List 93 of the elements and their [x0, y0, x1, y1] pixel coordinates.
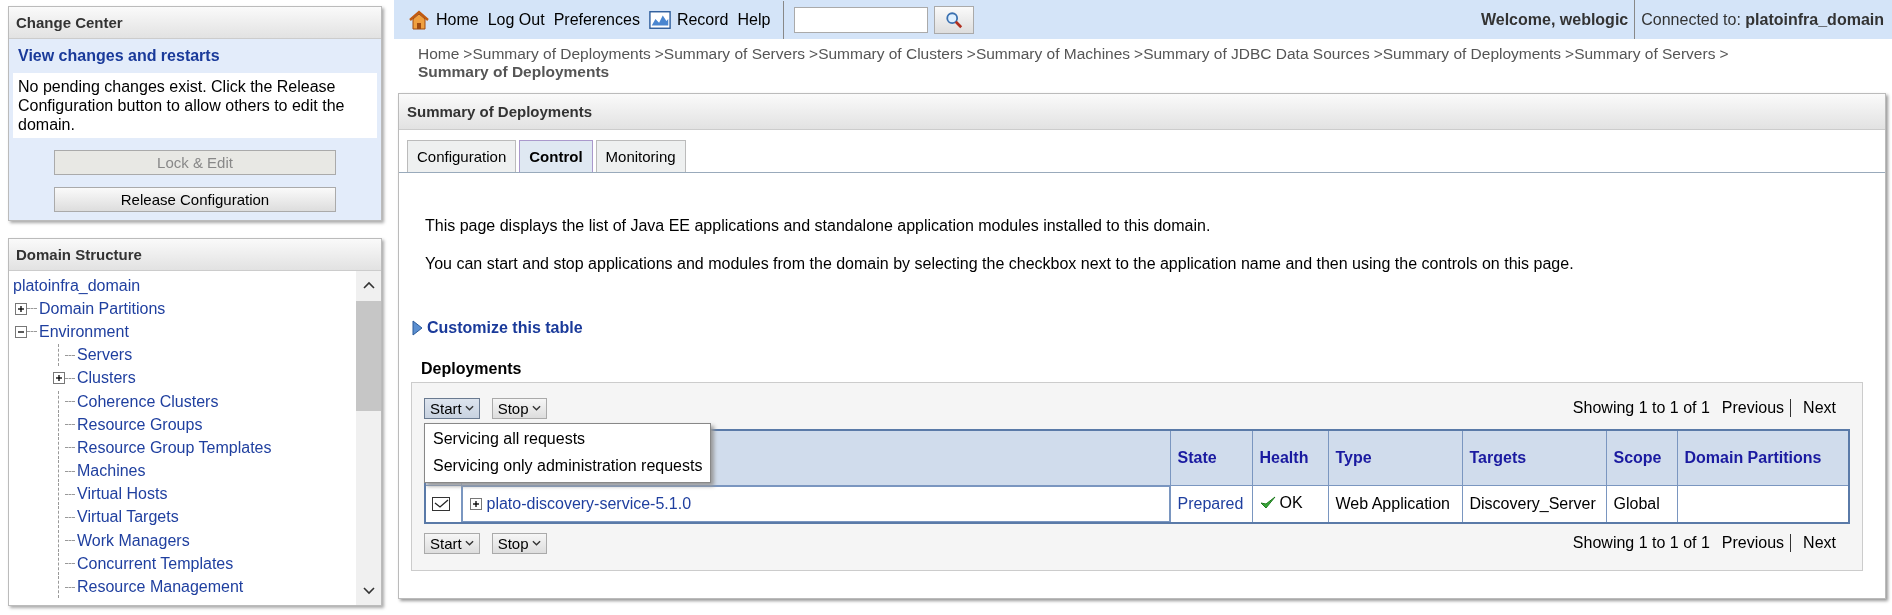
- nav-link[interactable]: Preferences: [553, 10, 640, 29]
- checkbox[interactable]: [432, 497, 450, 511]
- tree-item[interactable]: Machines: [77, 462, 146, 481]
- panel-title: Change Center: [9, 7, 381, 39]
- table-cell: Global: [1606, 485, 1677, 523]
- breadcrumb-link[interactable]: Summary of JDBC Data Sources: [1143, 45, 1370, 63]
- tree-item[interactable]: Work Managers: [77, 531, 190, 550]
- description-text: This page displays the list of Java EE applications and standalone application modules installed to this domain.: [424, 217, 1212, 235]
- breadcrumb-link[interactable]: Summary of Deployments: [418, 63, 610, 81]
- panel-title: Domain Structure: [9, 239, 381, 271]
- breadcrumb-link[interactable]: Summary of Machines: [975, 45, 1131, 63]
- tree-item[interactable]: Virtual Targets: [77, 508, 179, 527]
- table-cell: Web Application: [1328, 485, 1462, 523]
- row-expand-icon[interactable]: [469, 498, 482, 510]
- breadcrumb-link[interactable]: Summary of Deployments: [1382, 45, 1562, 63]
- tree-item[interactable]: Domain Partitions: [39, 299, 166, 318]
- deployment-link[interactable]: plato-discovery-service-5.1.0: [486, 495, 692, 513]
- tree-toggle-icon[interactable]: [53, 372, 65, 385]
- panel-title: Summary of Deployments: [399, 94, 1885, 130]
- tree-item[interactable]: Concurrent Templates: [77, 554, 234, 573]
- tab[interactable]: Monitoring: [595, 140, 686, 172]
- customize-table-link[interactable]: Customize this table: [427, 319, 583, 337]
- column-header[interactable]: Type: [1328, 430, 1462, 486]
- status-message: No pending changes exist. Click the Release Configuration button to allow others to edit the domain.: [13, 73, 377, 138]
- tree-item[interactable]: Resource Group Templates: [77, 438, 272, 457]
- breadcrumb-link[interactable]: Summary of Clusters: [818, 45, 963, 63]
- breadcrumb-link[interactable]: Summary of Deployments: [472, 45, 651, 63]
- dropdown-button[interactable]: Stop: [491, 397, 547, 419]
- tree-item[interactable]: Clusters: [77, 369, 136, 388]
- house-icon[interactable]: [408, 8, 430, 31]
- table-cell: Discovery_Server: [1462, 485, 1606, 523]
- health-text: OK: [1279, 494, 1303, 512]
- breadcrumb-separator: >: [463, 45, 473, 63]
- tab[interactable]: Configuration: [407, 140, 517, 172]
- pagination-summary: Showing 1 to 1 of 1: [1572, 534, 1710, 552]
- search-button[interactable]: [934, 5, 975, 34]
- column-header[interactable]: State: [1170, 430, 1252, 486]
- scroll-up-icon[interactable]: [362, 281, 375, 289]
- scroll-down-icon[interactable]: [362, 587, 375, 595]
- tree-item[interactable]: Environment: [39, 322, 129, 341]
- view-changes-link[interactable]: View changes and restarts: [9, 39, 381, 73]
- tree-item[interactable]: Resource Management: [77, 578, 244, 597]
- previous-link[interactable]: Previous: [1721, 534, 1792, 552]
- column-header[interactable]: Targets: [1462, 430, 1606, 486]
- breadcrumb-link[interactable]: Home: [418, 45, 460, 63]
- check-icon: [1259, 496, 1276, 510]
- menu-item[interactable]: Servicing all requests: [425, 425, 711, 453]
- tree-item[interactable]: Servers: [77, 346, 133, 365]
- tree-item[interactable]: platoinfra_domain: [13, 276, 141, 295]
- column-header[interactable]: Scope: [1606, 430, 1677, 486]
- breadcrumb-link[interactable]: Summary of Servers: [663, 45, 806, 63]
- nav-link[interactable]: Log Out: [487, 10, 545, 29]
- breadcrumb-separator: >: [809, 45, 819, 63]
- search-field[interactable]: [794, 6, 929, 33]
- search-icon: [945, 10, 964, 29]
- previous-link[interactable]: Previous: [1721, 399, 1792, 417]
- column-header[interactable]: Domain Partitions: [1677, 430, 1849, 486]
- dropdown-button[interactable]: Stop: [491, 532, 547, 554]
- breadcrumb-separator: >: [1373, 45, 1383, 63]
- nav-link[interactable]: Help: [737, 10, 771, 29]
- tree-toggle-icon[interactable]: [15, 302, 27, 315]
- caret-icon: [464, 405, 474, 411]
- breadcrumb-separator: >: [1134, 45, 1144, 63]
- tree-item[interactable]: Coherence Clusters: [77, 392, 219, 411]
- dropdown-button[interactable]: Start: [424, 397, 480, 419]
- nav-link[interactable]: Record: [676, 10, 729, 29]
- breadcrumb-separator: >: [1565, 45, 1575, 63]
- next-link[interactable]: Next: [1803, 534, 1836, 552]
- column-header[interactable]: Health: [1252, 430, 1328, 486]
- caret-icon: [531, 405, 541, 411]
- welcome-text: Welcome, weblogic: [1480, 0, 1636, 39]
- chart-icon[interactable]: [648, 8, 671, 31]
- nav-link[interactable]: Home: [436, 10, 479, 29]
- caret-icon: [464, 540, 474, 546]
- section-title: Deployments: [421, 360, 523, 378]
- tree-toggle-icon[interactable]: [15, 325, 27, 338]
- tree-item[interactable]: Virtual Hosts: [77, 485, 168, 504]
- breadcrumb-separator: >: [654, 45, 664, 63]
- breadcrumb-link[interactable]: Summary of Servers: [1574, 45, 1716, 63]
- pagination-summary: Showing 1 to 1 of 1: [1572, 399, 1710, 417]
- breadcrumb-separator: >: [1719, 45, 1729, 63]
- connection-text: Connected to: platoinfra_domain: [1640, 10, 1885, 29]
- dropdown-button[interactable]: Start: [424, 532, 480, 554]
- tree-item[interactable]: Resource Groups: [77, 415, 203, 434]
- scrollbar[interactable]: [356, 271, 381, 605]
- tab[interactable]: Control: [519, 140, 593, 172]
- description-text: You can start and stop applications and modules from the domain by selecting the checkbox next to the application name and then using the controls on this page.: [424, 255, 1575, 273]
- change-center-button[interactable]: Release Configuration: [54, 187, 336, 212]
- expand-triangle-icon[interactable]: [411, 320, 423, 336]
- breadcrumb-separator: >: [966, 45, 976, 63]
- caret-icon: [531, 540, 541, 546]
- menu-item[interactable]: Servicing only administration requests: [425, 452, 711, 480]
- next-link[interactable]: Next: [1803, 399, 1836, 417]
